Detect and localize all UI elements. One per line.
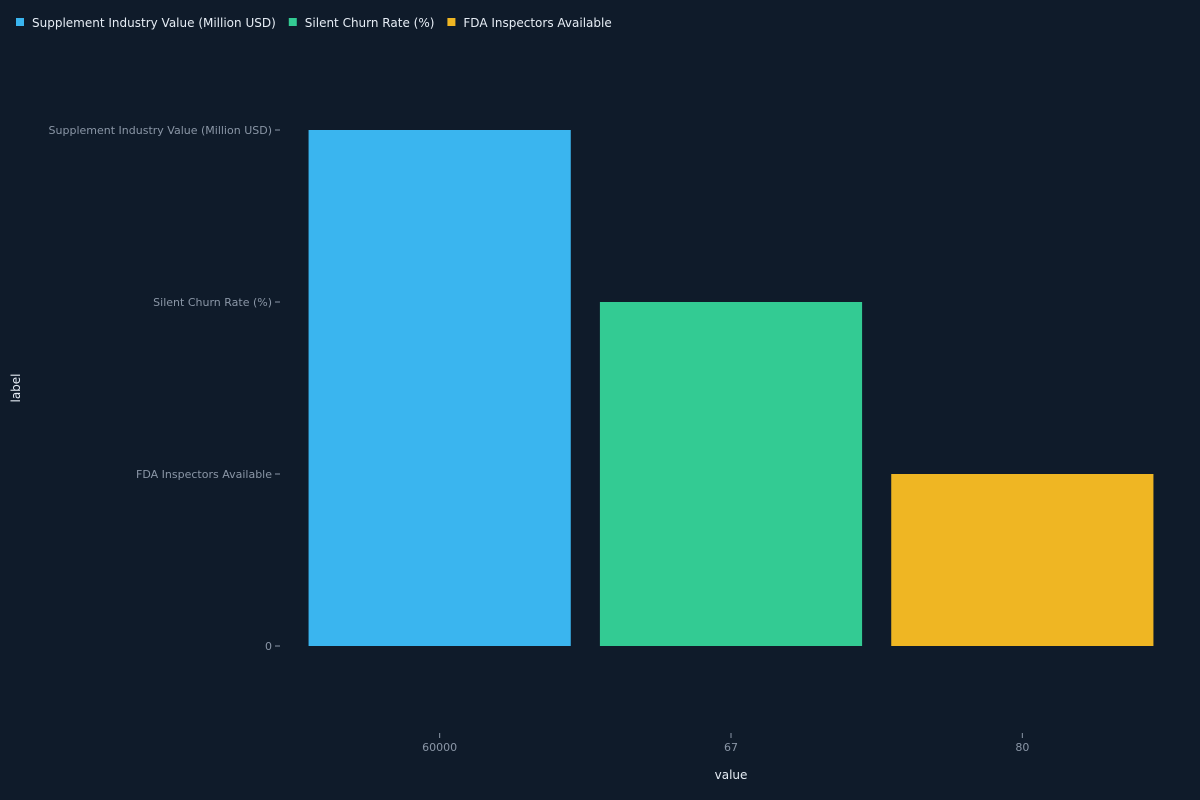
y-axis-title: label bbox=[9, 373, 23, 402]
y-tick-label: Supplement Industry Value (Million USD) bbox=[49, 124, 272, 137]
legend-swatch bbox=[16, 18, 24, 26]
y-tick-label: 0 bbox=[265, 640, 272, 653]
legend-label[interactable]: FDA Inspectors Available bbox=[463, 16, 611, 30]
bar-silent-churn-rate[interactable] bbox=[599, 302, 863, 646]
legend-label[interactable]: Supplement Industry Value (Million USD) bbox=[32, 16, 276, 30]
bar-chart: Supplement Industry Value (Million USD) S… bbox=[9, 16, 1154, 782]
legend-label[interactable]: Silent Churn Rate (%) bbox=[305, 16, 435, 30]
y-tick-label: FDA Inspectors Available bbox=[136, 468, 272, 481]
bar-supplement-industry-value-million-usd[interactable] bbox=[308, 130, 571, 646]
x-axis-title: value bbox=[715, 768, 748, 782]
x-axis: 60000 67 80 bbox=[422, 733, 1029, 754]
y-tick-label: Silent Churn Rate (%) bbox=[153, 296, 272, 309]
bars-group bbox=[308, 130, 1154, 646]
chart-legend: Supplement Industry Value (Million USD) S… bbox=[16, 16, 612, 30]
x-tick-label: 67 bbox=[724, 741, 738, 754]
bar-fda-inspectors-available[interactable] bbox=[891, 474, 1154, 646]
legend-swatch bbox=[447, 18, 456, 26]
y-axis: 0 FDA Inspectors Available Silent Churn Ra… bbox=[49, 124, 280, 653]
x-tick-label: 80 bbox=[1015, 741, 1029, 754]
x-tick-label: 60000 bbox=[422, 741, 457, 754]
legend-swatch bbox=[288, 18, 297, 26]
